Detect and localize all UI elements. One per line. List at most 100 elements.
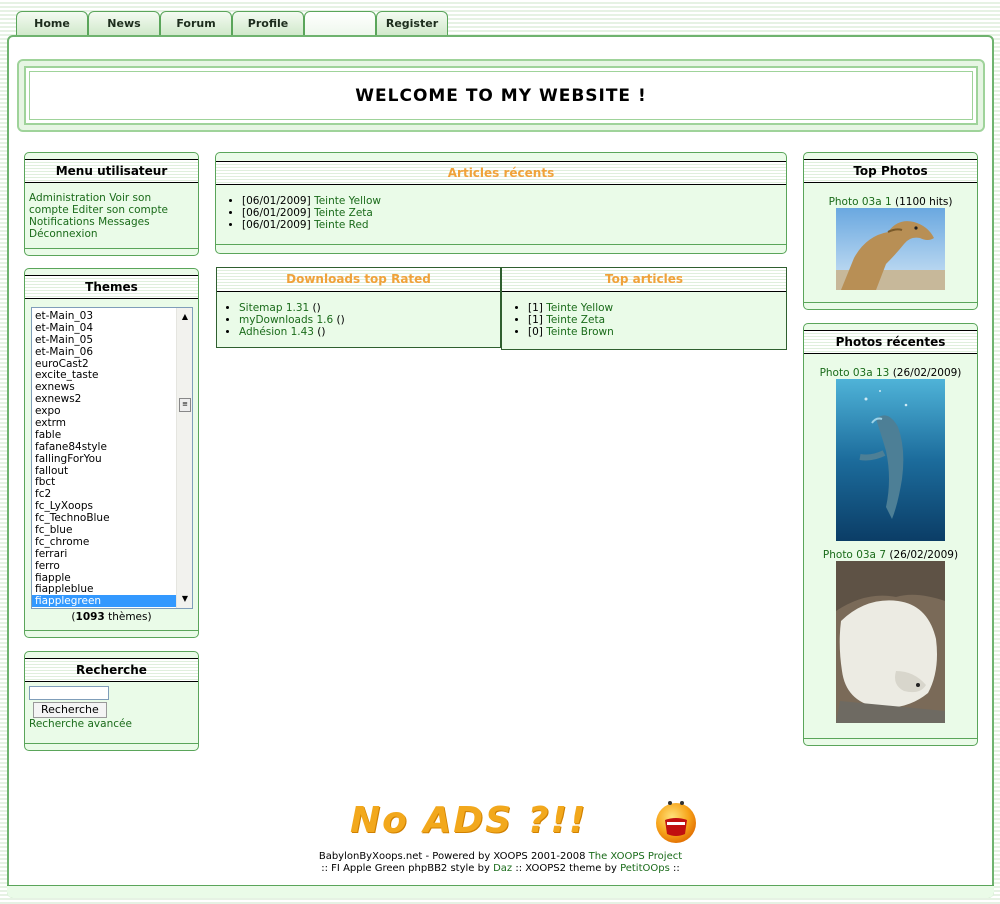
block-footer-line xyxy=(25,743,198,744)
user-menu-block: Menu utilisateur Administration Voir son… xyxy=(24,152,199,256)
xoops-project-link[interactable]: The XOOPS Project xyxy=(589,851,683,862)
list-item: myDownloads 1.6 () xyxy=(239,314,500,326)
download-link[interactable]: myDownloads 1.6 xyxy=(239,314,333,326)
search-form: Recherche Recherche avancée xyxy=(25,682,198,730)
theme-option[interactable]: et-Main_04 xyxy=(32,322,192,334)
dolphin-photo[interactable] xyxy=(836,379,945,541)
scroll-thumb[interactable]: ≡ xyxy=(179,398,191,412)
top-photo-link[interactable]: Photo 03a 1 xyxy=(829,196,892,208)
search-block: Recherche Recherche Recherche avancée xyxy=(24,651,199,751)
article-link[interactable]: Teinte Zeta xyxy=(546,314,605,326)
theme-option[interactable]: euroCast2 xyxy=(32,358,192,370)
bottom-bar xyxy=(7,885,994,898)
block-footer-line xyxy=(216,244,786,245)
block-footer-line xyxy=(804,302,977,303)
scroll-up-icon[interactable]: ▲ xyxy=(177,310,192,324)
scrollbar[interactable]: ▲ ≡ ▼ xyxy=(176,308,192,608)
theme-option[interactable]: fc_TechnoBlue xyxy=(32,512,192,524)
search-input[interactable] xyxy=(29,686,109,700)
theme-option[interactable]: extrm xyxy=(32,417,192,429)
download-link[interactable]: Sitemap 1.31 xyxy=(239,302,309,314)
link-notifications[interactable]: Notifications xyxy=(29,216,95,228)
theme-option[interactable]: exnews xyxy=(32,381,192,393)
list-item: [06/01/2009] Teinte Red xyxy=(242,219,786,231)
camel-photo[interactable] xyxy=(836,208,945,290)
article-link[interactable]: Teinte Yellow xyxy=(314,195,381,207)
list-item: [1] Teinte Yellow xyxy=(528,302,786,314)
petitoops-link[interactable]: PetitOOps xyxy=(620,863,670,874)
theme-option[interactable]: ferrari xyxy=(32,548,192,560)
themes-count-number: 1093 xyxy=(75,611,105,623)
recent-photo-link[interactable]: Photo 03a 7 xyxy=(823,549,886,561)
search-button[interactable]: Recherche xyxy=(33,702,107,718)
article-link[interactable]: Teinte Zeta xyxy=(314,207,373,219)
recent-photos-block: Photos récentes Photo 03a 13 (26/02/2009… xyxy=(803,323,978,746)
recent-photos-title: Photos récentes xyxy=(804,330,977,354)
link-administration[interactable]: Administration xyxy=(29,192,106,204)
themes-title: Themes xyxy=(25,275,198,299)
theme-option[interactable]: excite_taste xyxy=(32,369,192,382)
article-date: [06/01/2009] xyxy=(242,219,311,231)
user-menu-title: Menu utilisateur xyxy=(25,159,198,183)
theme-option[interactable]: fiappleblue xyxy=(32,583,192,596)
themes-select[interactable]: et-Main_03 et-Main_04 et-Main_05 et-Main_06… xyxy=(31,307,193,609)
theme-option[interactable]: fc_chrome xyxy=(32,536,192,548)
download-link[interactable]: Adhésion 1.43 xyxy=(239,326,314,338)
theme-option[interactable]: fbct xyxy=(32,476,192,489)
theme-option[interactable]: fallingForYou xyxy=(32,453,192,465)
list-item: [1] Teinte Zeta xyxy=(528,314,786,326)
theme-option[interactable]: et-Main_03 xyxy=(32,310,192,322)
article-link[interactable]: Teinte Brown xyxy=(546,326,614,338)
theme-option[interactable]: fable xyxy=(32,429,192,441)
tab-home[interactable]: Home xyxy=(16,11,88,36)
themes-options: et-Main_03 et-Main_04 et-Main_05 et-Main_06… xyxy=(32,310,192,607)
recent-photo-date: (26/02/2009) xyxy=(886,549,959,561)
block-footer-line xyxy=(25,630,198,631)
footer-end-text: :: xyxy=(669,863,680,874)
article-link[interactable]: Teinte Red xyxy=(314,219,369,231)
theme-option[interactable]: ferro xyxy=(32,560,192,572)
shocked-smiley-icon xyxy=(656,801,696,843)
site-title: WELCOME TO MY WEBSITE ! xyxy=(355,85,647,106)
list-item: [0] Teinte Brown xyxy=(528,326,786,338)
top-photos-title: Top Photos xyxy=(804,159,977,183)
article-date: [06/01/2009] xyxy=(242,207,311,219)
link-messages[interactable]: Messages xyxy=(98,216,150,228)
recent-articles-block: Articles récents [06/01/2009] Teinte Yel… xyxy=(215,152,787,254)
list-item: Sitemap 1.31 () xyxy=(239,302,500,314)
theme-option[interactable]: et-Main_05 xyxy=(32,334,192,346)
tab-forum[interactable]: Forum xyxy=(160,11,232,36)
article-link[interactable]: Teinte Yellow xyxy=(546,302,613,314)
theme-option[interactable]: fc_LyXoops xyxy=(32,500,192,512)
tab-profile[interactable]: Profile xyxy=(232,11,304,36)
theme-option[interactable]: fallout xyxy=(32,465,192,477)
footer-style-text: :: FI Apple Green phpBB2 style by xyxy=(321,863,494,874)
footer-line-1: BabylonByXoops.net - Powered by XOOPS 20… xyxy=(7,851,994,863)
link-deconnexion[interactable]: Déconnexion xyxy=(29,228,98,240)
tab-register[interactable]: Register xyxy=(376,11,448,36)
theme-option[interactable]: fafane84style xyxy=(32,441,192,453)
polar-bear-photo[interactable] xyxy=(836,561,945,723)
theme-option[interactable]: fc_blue xyxy=(32,524,192,536)
recent-photo-caption: Photo 03a 13 (26/02/2009) xyxy=(804,367,977,379)
recent-photo-link[interactable]: Photo 03a 13 xyxy=(820,367,890,379)
link-editer-compte[interactable]: Editer son compte xyxy=(72,204,168,216)
download-count: () xyxy=(313,326,326,338)
tab-news[interactable]: News xyxy=(88,11,160,36)
article-rank: [1] xyxy=(528,314,543,326)
theme-option[interactable]: fc2 xyxy=(32,488,192,500)
theme-option[interactable]: et-Main_06 xyxy=(32,346,192,358)
scroll-down-icon[interactable]: ▼ xyxy=(177,592,192,606)
theme-option[interactable]: exnews2 xyxy=(32,393,192,405)
theme-option[interactable]: expo xyxy=(32,405,192,417)
tab-blank[interactable] xyxy=(304,11,376,36)
article-rank: [1] xyxy=(528,302,543,314)
theme-option[interactable]: fiapplegreen xyxy=(32,595,192,607)
recent-articles-list: [06/01/2009] Teinte Yellow [06/01/2009] … xyxy=(216,195,786,231)
daz-link[interactable]: Daz xyxy=(493,863,512,874)
user-menu-links: Administration Voir son compte Editer so… xyxy=(25,183,198,243)
advanced-search-link[interactable]: Recherche avancée xyxy=(29,718,198,730)
theme-option[interactable]: fiapple xyxy=(32,572,192,584)
site-header: WELCOME TO MY WEBSITE ! xyxy=(17,59,985,132)
